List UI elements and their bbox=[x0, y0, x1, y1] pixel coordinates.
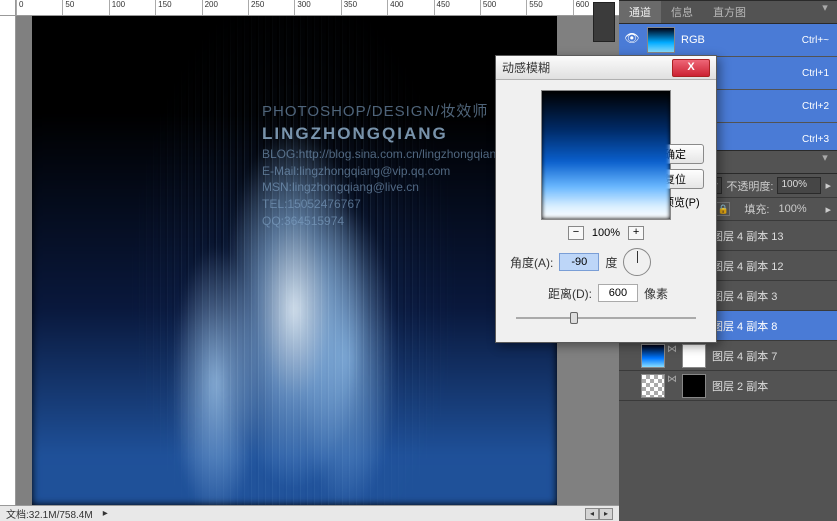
layer-row[interactable]: ⋈ 图层 2 副本 bbox=[619, 371, 837, 401]
fill-value[interactable]: 100% bbox=[775, 202, 819, 216]
link-icon[interactable]: ⋈ bbox=[667, 344, 677, 368]
opacity-value[interactable]: 100% bbox=[777, 177, 821, 194]
preview-image bbox=[542, 91, 670, 219]
dropdown-icon[interactable]: ▸ bbox=[825, 179, 831, 192]
tab-channels[interactable]: 通道 bbox=[619, 1, 661, 23]
filter-preview[interactable] bbox=[541, 90, 671, 220]
channel-row-rgb[interactable]: 👁 RGB Ctrl+~ bbox=[619, 24, 837, 56]
channel-name: RGB bbox=[681, 34, 705, 46]
horizontal-ruler[interactable]: 050100150200250300350400450500550600 bbox=[16, 0, 619, 16]
angle-label: 角度(A): bbox=[510, 254, 553, 271]
layer-row[interactable]: ⋈ 图层 4 副本 7 bbox=[619, 341, 837, 371]
mask-thumb[interactable] bbox=[682, 344, 706, 368]
slider-thumb[interactable] bbox=[570, 312, 578, 324]
layer-thumb[interactable] bbox=[641, 344, 665, 368]
angle-dial[interactable] bbox=[623, 248, 651, 276]
layer-name[interactable]: 图层 4 副本 8 bbox=[712, 318, 777, 334]
layer-name[interactable]: 图层 4 副本 7 bbox=[712, 348, 777, 364]
link-icon[interactable]: ⋈ bbox=[667, 374, 677, 398]
scroll-left-icon[interactable]: ◂ bbox=[585, 508, 599, 520]
channels-panel-tabs: 通道 信息 直方图 ▾ bbox=[619, 1, 837, 24]
tab-histogram[interactable]: 直方图 bbox=[703, 1, 756, 23]
document-canvas[interactable]: PHOTOSHOP/DESIGN/妆效师 LINGZHONGQIANG BLOG… bbox=[32, 16, 557, 505]
slider-track bbox=[516, 317, 696, 319]
panel-menu-icon[interactable]: ▾ bbox=[813, 151, 837, 173]
channel-shortcut: Ctrl+2 bbox=[802, 101, 829, 112]
lock-all-icon[interactable]: 🔒 bbox=[716, 202, 730, 216]
distance-input[interactable] bbox=[598, 284, 638, 302]
status-bar: 文档:32.1M/758.4M ▸ ◂ ▸ bbox=[0, 505, 619, 521]
horizontal-scrollbar[interactable]: ◂ ▸ bbox=[585, 508, 613, 520]
distance-slider[interactable] bbox=[516, 310, 696, 326]
channel-thumb bbox=[647, 27, 675, 53]
layer-name[interactable]: 图层 4 副本 13 bbox=[712, 228, 784, 244]
zoom-in-button[interactable]: + bbox=[628, 226, 644, 240]
document-info[interactable]: 文档:32.1M/758.4M bbox=[6, 506, 93, 521]
layer-thumb[interactable] bbox=[641, 374, 665, 398]
zoom-out-button[interactable]: − bbox=[568, 226, 584, 240]
angle-field-row: 角度(A): 度 bbox=[506, 248, 706, 276]
layer-name[interactable]: 图层 4 副本 3 bbox=[712, 288, 777, 304]
distance-label: 距离(D): bbox=[548, 285, 592, 302]
layer-name[interactable]: 图层 2 副本 bbox=[712, 378, 768, 394]
opacity-label: 不透明度: bbox=[726, 178, 773, 194]
distance-field-row: 距离(D): 像素 bbox=[506, 284, 706, 302]
fill-label: 填充: bbox=[744, 201, 769, 217]
dropdown-icon[interactable]: ▸ bbox=[825, 203, 831, 216]
zoom-controls: − 100% + bbox=[506, 226, 706, 240]
channel-shortcut: Ctrl+1 bbox=[802, 68, 829, 79]
channel-shortcut: Ctrl+3 bbox=[802, 134, 829, 145]
angle-unit: 度 bbox=[605, 254, 617, 271]
dialog-title: 动感模糊 bbox=[502, 59, 672, 76]
ruler-origin[interactable] bbox=[0, 0, 16, 16]
mask-thumb[interactable] bbox=[682, 374, 706, 398]
close-button[interactable]: X bbox=[672, 59, 710, 77]
motion-blur-dialog[interactable]: 动感模糊 X 确定 复位 预览(P) − 100% + 角度(A): 度 距离(… bbox=[495, 55, 717, 343]
vertical-ruler[interactable] bbox=[0, 16, 16, 505]
tab-info[interactable]: 信息 bbox=[661, 1, 703, 23]
scroll-right-icon[interactable]: ▸ bbox=[599, 508, 613, 520]
visibility-eye-icon[interactable]: 👁 bbox=[623, 31, 641, 49]
collapsed-panel-well[interactable] bbox=[593, 2, 615, 42]
dialog-body: 确定 复位 预览(P) − 100% + 角度(A): 度 距离(D): 像素 bbox=[496, 80, 716, 342]
dialog-titlebar[interactable]: 动感模糊 X bbox=[496, 56, 716, 80]
channel-shortcut: Ctrl+~ bbox=[802, 35, 829, 46]
watermark-text: PHOTOSHOP/DESIGN/妆效师 LINGZHONGQIANG BLOG… bbox=[262, 101, 503, 230]
artwork-motion-streaks bbox=[32, 16, 557, 505]
distance-unit: 像素 bbox=[644, 285, 668, 302]
layer-name[interactable]: 图层 4 副本 12 bbox=[712, 258, 784, 274]
zoom-value: 100% bbox=[592, 227, 620, 239]
panel-menu-icon[interactable]: ▾ bbox=[813, 1, 837, 23]
angle-input[interactable] bbox=[559, 253, 599, 271]
